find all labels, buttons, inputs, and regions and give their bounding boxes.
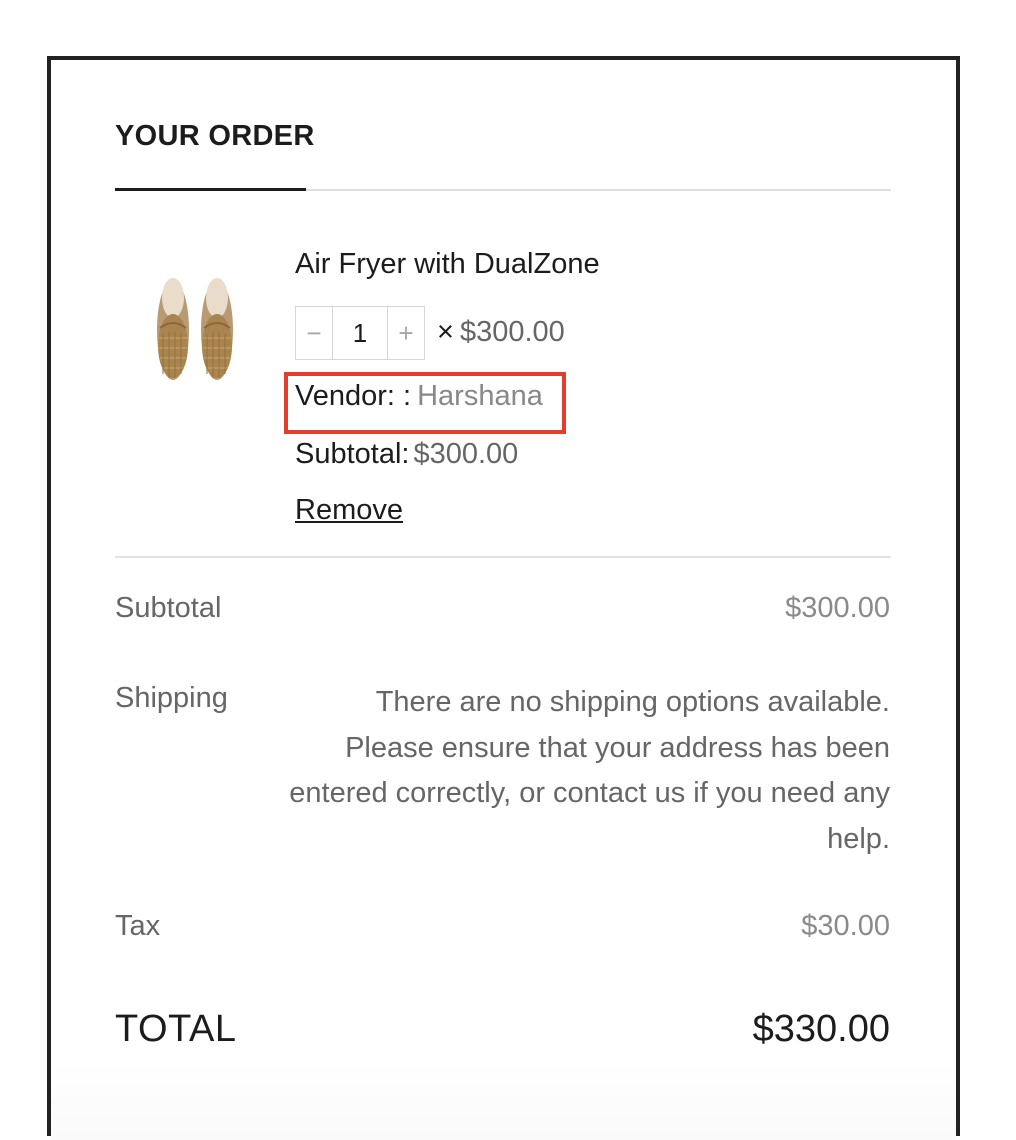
vendor-value: Harshana xyxy=(417,380,543,412)
line-subtotal-label: Subtotal: xyxy=(295,438,410,470)
increase-quantity-button[interactable]: + xyxy=(388,307,424,359)
line-item-subtotal: Subtotal: $300.00 xyxy=(295,438,518,471)
panel-bottom-fade xyxy=(51,1060,956,1140)
quantity-input[interactable]: 1 xyxy=(332,307,388,359)
shipping-label: Shipping xyxy=(115,682,228,714)
decrease-quantity-button[interactable]: − xyxy=(296,307,332,359)
subtotal-value: $300.00 xyxy=(785,592,890,624)
quantity-stepper[interactable]: − 1 + xyxy=(295,306,425,360)
product-thumbnail-image[interactable] xyxy=(151,268,241,388)
vendor-info: Vendor: : Harshana xyxy=(295,380,543,413)
tax-value: $30.00 xyxy=(801,910,890,942)
remove-item-link[interactable]: Remove xyxy=(295,494,403,527)
line-subtotal-value: $300.00 xyxy=(413,438,519,470)
left-shoe-shape xyxy=(157,278,189,380)
order-heading: YOUR ORDER xyxy=(115,120,315,152)
shipping-message: There are no shipping options available.… xyxy=(289,686,890,855)
unit-price-value: $300.00 xyxy=(459,316,565,348)
total-label: TOTAL xyxy=(115,1008,237,1050)
subtotal-label: Subtotal xyxy=(115,592,222,624)
total-value: $330.00 xyxy=(752,1008,890,1050)
unit-price: × $300.00 xyxy=(437,316,565,349)
tax-label: Tax xyxy=(115,910,161,942)
item-divider xyxy=(115,556,891,558)
product-name-link[interactable]: Air Fryer with DualZone xyxy=(295,248,600,281)
heading-underline xyxy=(115,188,306,191)
right-shoe-shape xyxy=(201,278,233,380)
order-summary-panel: YOUR ORDER Air Fryer with DualZone − 1 + xyxy=(47,56,960,1140)
times-symbol: × xyxy=(437,316,454,348)
vendor-label: Vendor: : xyxy=(295,380,412,412)
